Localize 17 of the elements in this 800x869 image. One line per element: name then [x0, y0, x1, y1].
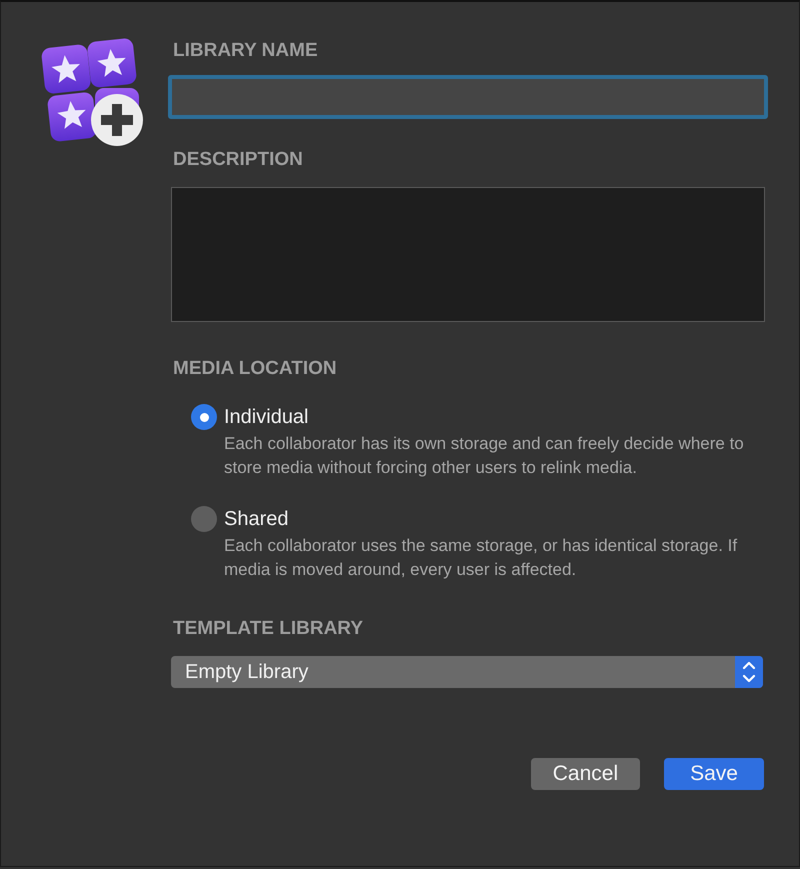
template-dropdown[interactable]: Empty Library — [171, 656, 763, 688]
save-button[interactable]: Save — [664, 758, 764, 790]
cancel-button[interactable]: Cancel — [530, 758, 640, 790]
option-description: Each collaborator uses the same storage, or has identical storage. If media is moved around, every user is affected. — [224, 535, 738, 581]
chevron-updown-icon — [735, 656, 763, 688]
app-icon — [39, 38, 145, 146]
radio-button[interactable] — [191, 506, 217, 532]
radio-label[interactable]: Individual — [224, 406, 309, 428]
option-description: Each collaborator has its own storage and can freely decide where to store media without forcing other users to relink media. — [224, 433, 745, 479]
section-label: MEDIA LOCATION — [173, 358, 337, 380]
description-field[interactable] — [171, 187, 765, 322]
section-label: LIBRARY NAME — [173, 40, 318, 62]
radio-button[interactable] — [191, 404, 217, 430]
section-label: DESCRIPTION — [173, 149, 303, 171]
radio-label[interactable]: Shared — [224, 508, 288, 530]
section-label: TEMPLATE LIBRARY — [173, 618, 363, 640]
library-name-field[interactable] — [168, 75, 768, 119]
